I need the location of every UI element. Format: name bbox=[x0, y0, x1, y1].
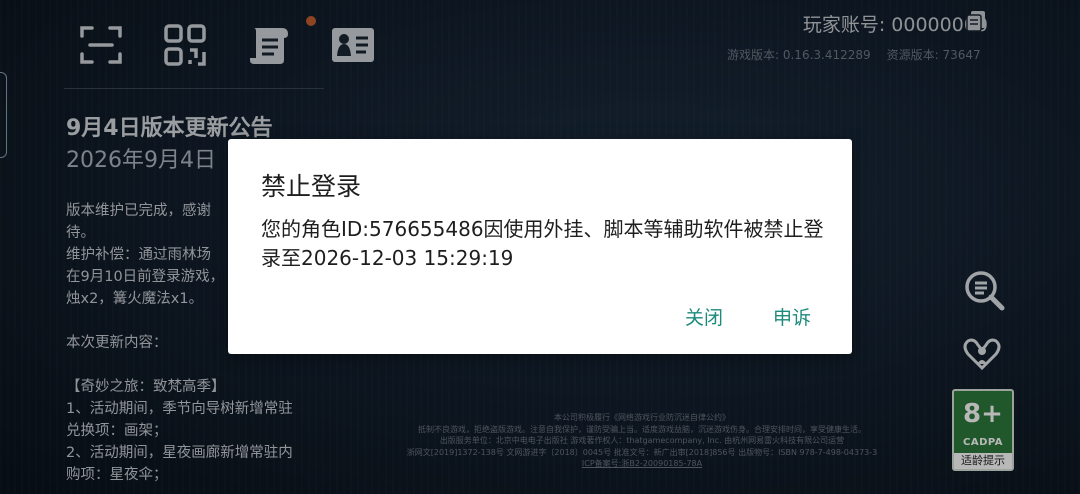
dialog-title: 禁止登录 bbox=[261, 172, 362, 201]
appeal-button[interactable]: 申诉 bbox=[773, 303, 811, 330]
login-banned-dialog: 禁止登录 您的角色ID:576655486因使用外挂、脚本等辅助软件被禁止登录至… bbox=[228, 139, 852, 354]
close-button[interactable]: 关闭 bbox=[685, 303, 723, 330]
dialog-message: 您的角色ID:576655486因使用外挂、脚本等辅助软件被禁止登录至2026-… bbox=[261, 217, 824, 270]
